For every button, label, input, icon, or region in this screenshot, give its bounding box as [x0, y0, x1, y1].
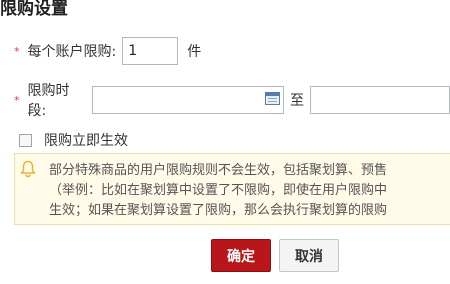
calendar-icon[interactable] — [265, 92, 280, 105]
required-mark: * — [14, 44, 20, 58]
notice-box: 部分特殊商品的用户限购规则不会生效，包括聚划算、预售 （举例：比如在聚划算中设置… — [14, 153, 450, 225]
start-date-field[interactable] — [92, 86, 284, 114]
immediate-effect-row: 限购立即生效 — [19, 130, 128, 150]
notice-line: 部分特殊商品的用户限购规则不会生效，包括聚划算、预售 — [49, 163, 388, 178]
limit-period-label: 限购时段: — [27, 83, 70, 119]
unit-label: 件 — [187, 44, 202, 60]
start-date-input[interactable] — [92, 86, 284, 114]
limit-quantity-input[interactable] — [122, 37, 179, 65]
notice-line: （举例：比如在聚划算中设置了不限购，即使在用户限购中 — [49, 183, 388, 198]
notice-line: 生效；如果在聚划算设置了限购，那么会执行聚划算的限购 — [49, 203, 388, 218]
limit-per-account-row: * 每个账户限购: 件 — [14, 37, 201, 65]
end-date-input[interactable] — [310, 86, 450, 114]
notice-text: 部分特殊商品的用户限购规则不会生效，包括聚划算、预售 （举例：比如在聚划算中设置… — [49, 161, 387, 221]
immediate-effect-label: 限购立即生效 — [44, 133, 128, 149]
immediate-effect-checkbox[interactable] — [19, 133, 32, 147]
page-title: 限购设置 — [0, 0, 68, 19]
confirm-button[interactable]: 确定 — [211, 239, 271, 272]
limit-per-account-label: 每个账户限购: — [27, 44, 117, 60]
required-mark: * — [14, 93, 20, 107]
cancel-button[interactable]: 取消 — [279, 239, 339, 272]
bell-icon — [20, 160, 36, 178]
limit-period-row: * 限购时段: 至 — [14, 80, 450, 120]
range-separator: 至 — [290, 93, 304, 109]
